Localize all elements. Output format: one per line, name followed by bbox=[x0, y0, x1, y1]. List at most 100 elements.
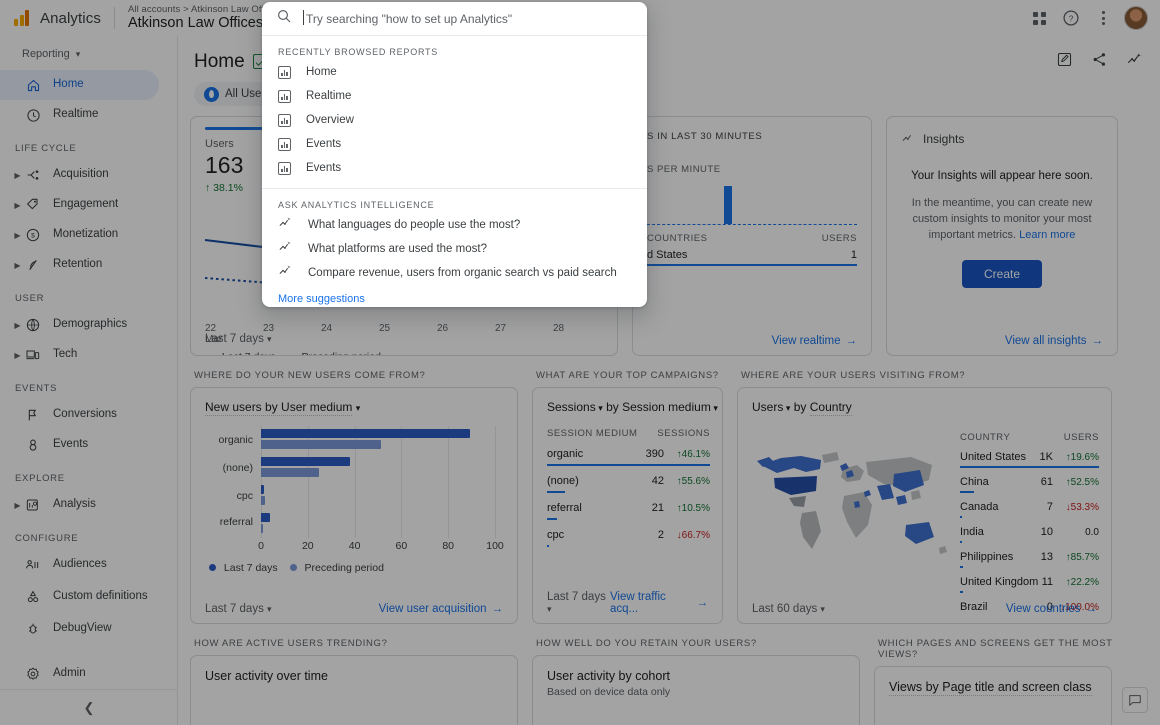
search-icon bbox=[276, 8, 292, 29]
realtime-bar bbox=[724, 186, 732, 224]
recent-report-overview[interactable]: Overview bbox=[262, 108, 647, 132]
more-vert-icon[interactable] bbox=[1092, 7, 1114, 29]
sidebar-item-conversions[interactable]: Conversions bbox=[0, 400, 177, 430]
sidebar-item-demographics[interactable]: ▶ Demographics bbox=[0, 310, 177, 340]
recent-report-home[interactable]: Home bbox=[262, 60, 647, 84]
chevron-right-icon: ▶ bbox=[14, 500, 21, 510]
reporting-label: Reporting bbox=[22, 48, 70, 60]
suggestion-platforms[interactable]: What platforms are used the most? bbox=[262, 237, 647, 261]
section-question: HOW ARE ACTIVE USERS TRENDING? bbox=[194, 638, 388, 649]
section-question: WHERE ARE YOUR USERS VISITING FROM? bbox=[741, 370, 966, 381]
more-suggestions-link[interactable]: More suggestions bbox=[262, 285, 647, 305]
card-title: New users by User medium ▾ bbox=[191, 388, 517, 416]
view-all-insights-link[interactable]: View all insights → bbox=[1005, 335, 1103, 347]
dimension-selector-label: Session medium bbox=[622, 400, 711, 414]
sidebar-item-label: Demographics bbox=[53, 318, 128, 331]
bar-chart-y-labels: organic (none) cpc referral bbox=[205, 426, 257, 538]
active-users-card: User activity over time bbox=[190, 655, 518, 725]
cell-sessions: 390 bbox=[645, 448, 664, 460]
dimension-selector[interactable]: Session medium ▾ bbox=[622, 400, 718, 414]
sidebar-item-tech[interactable]: ▶ Tech bbox=[0, 340, 177, 370]
pages-card: Views by Page title and screen class bbox=[874, 666, 1112, 725]
top-bar-actions: ? bbox=[1028, 6, 1148, 30]
apps-grid-icon[interactable] bbox=[1028, 7, 1050, 29]
account-selector[interactable]: All accounts > Atkinson Law Offices Atki… bbox=[128, 4, 282, 31]
cell-country: United Kingdom bbox=[960, 576, 1039, 588]
sidebar-item-realtime[interactable]: Realtime bbox=[0, 100, 177, 130]
search-input[interactable]: Try searching "how to set up Analytics" bbox=[302, 9, 512, 26]
recent-report-label: Events bbox=[306, 162, 342, 174]
date-range-selector[interactable]: Last 7 days ▾ bbox=[205, 333, 272, 345]
recent-report-events-1[interactable]: Events bbox=[262, 132, 647, 156]
report-icon bbox=[278, 137, 291, 151]
dimension-selector-label[interactable]: Country bbox=[809, 400, 852, 416]
insights-icon bbox=[278, 263, 293, 283]
insights-icon[interactable] bbox=[1126, 50, 1144, 73]
sidebar-item-engagement[interactable]: ▶ Engagement bbox=[0, 190, 177, 220]
chevron-down-icon[interactable]: ▾ bbox=[356, 403, 361, 413]
recent-report-events-2[interactable]: Events bbox=[262, 156, 647, 180]
sidebar-item-debugview[interactable]: DebugView bbox=[0, 614, 177, 644]
retention-section: HOW WELL DO YOU RETAIN YOUR USERS? User … bbox=[532, 638, 860, 725]
world-map[interactable] bbox=[746, 432, 956, 572]
x-tick: 60 bbox=[395, 540, 408, 552]
view-countries-link[interactable]: View countries → bbox=[1006, 603, 1097, 615]
x-tick: 0 bbox=[258, 540, 264, 552]
create-insight-button[interactable]: Create bbox=[961, 259, 1043, 288]
view-realtime-link[interactable]: View realtime → bbox=[772, 335, 857, 347]
cell-country: Canada bbox=[960, 501, 999, 513]
sidebar-item-home[interactable]: Home bbox=[0, 70, 159, 100]
date-range-selector[interactable]: Last 7 days ▾ bbox=[205, 603, 272, 615]
col-users: USERS bbox=[821, 233, 857, 244]
date-range-selector[interactable]: Last 7 days ▾ bbox=[547, 591, 610, 615]
sidebar-item-audiences[interactable]: Audiences bbox=[0, 550, 177, 580]
metric-label: Users bbox=[205, 138, 234, 150]
sidebar-item-retention[interactable]: ▶ Retention bbox=[0, 250, 177, 280]
sidebar-item-label: Tech bbox=[53, 348, 78, 361]
row-bar bbox=[960, 591, 963, 593]
view-user-acquisition-link[interactable]: View user acquisition → bbox=[379, 603, 503, 615]
sidebar-item-custom-definitions[interactable]: Custom definitions bbox=[0, 580, 177, 614]
recent-report-label: Realtime bbox=[306, 90, 352, 102]
cell-medium: organic bbox=[547, 448, 584, 460]
table-row: China 61 ↑52.5% bbox=[960, 476, 1099, 493]
retention-icon bbox=[23, 255, 43, 275]
metric-selector[interactable]: Sessions ▾ bbox=[547, 400, 603, 414]
suggestion-languages[interactable]: What languages do people use the most? bbox=[262, 213, 647, 237]
view-traffic-acquisition-link[interactable]: View traffic acq... → bbox=[610, 591, 708, 615]
metric-value: 163 bbox=[205, 152, 244, 178]
avatar[interactable] bbox=[1124, 6, 1148, 30]
sidebar-footer: Admin ❮ bbox=[0, 659, 178, 725]
insights-body: Your Insights will appear here soon. In … bbox=[887, 148, 1117, 288]
sidebar-item-acquisition[interactable]: ▶ Acquisition bbox=[0, 160, 177, 190]
sidebar-item-label: Retention bbox=[53, 258, 103, 271]
sidebar-item-admin[interactable]: Admin bbox=[0, 659, 178, 689]
suggestion-label: Compare revenue, users from organic sear… bbox=[308, 267, 617, 279]
recent-report-realtime[interactable]: Realtime bbox=[262, 84, 647, 108]
edit-icon[interactable] bbox=[1056, 51, 1073, 73]
suggestion-revenue-compare[interactable]: Compare revenue, users from organic sear… bbox=[262, 261, 647, 285]
chevron-right-icon: ▶ bbox=[14, 260, 21, 270]
collapse-sidebar-button[interactable]: ❮ bbox=[0, 689, 178, 725]
metric-selector[interactable]: Users ▾ bbox=[752, 400, 790, 414]
sidebar-item-analysis[interactable]: ▶ Analysis bbox=[0, 490, 177, 520]
sidebar-item-events[interactable]: Events bbox=[0, 430, 177, 460]
insights-title: Insights bbox=[923, 132, 965, 146]
sidebar-heading-events: EVENTS bbox=[15, 383, 58, 394]
legend-label: Last 7 days bbox=[223, 562, 278, 574]
date-range-selector[interactable]: Last 60 days ▾ bbox=[752, 603, 825, 615]
link-label: View all insights bbox=[1004, 335, 1087, 347]
search-input-row[interactable]: Try searching "how to set up Analytics" bbox=[262, 2, 647, 36]
help-icon[interactable]: ? bbox=[1060, 7, 1082, 29]
bar-none-current bbox=[261, 457, 351, 466]
share-icon[interactable] bbox=[1091, 51, 1108, 73]
learn-more-link[interactable]: Learn more bbox=[1019, 229, 1075, 241]
reporting-selector[interactable]: Reporting ▾ bbox=[0, 36, 177, 70]
bar-cpc-current bbox=[261, 485, 265, 494]
search-panel: Try searching "how to set up Analytics" … bbox=[262, 2, 647, 307]
feedback-button[interactable] bbox=[1122, 687, 1148, 713]
y-tick: organic bbox=[218, 434, 253, 446]
row-bar bbox=[647, 264, 857, 266]
chevron-down-icon: ▾ bbox=[783, 403, 791, 413]
sidebar-item-monetization[interactable]: ▶ $ Monetization bbox=[0, 220, 177, 250]
